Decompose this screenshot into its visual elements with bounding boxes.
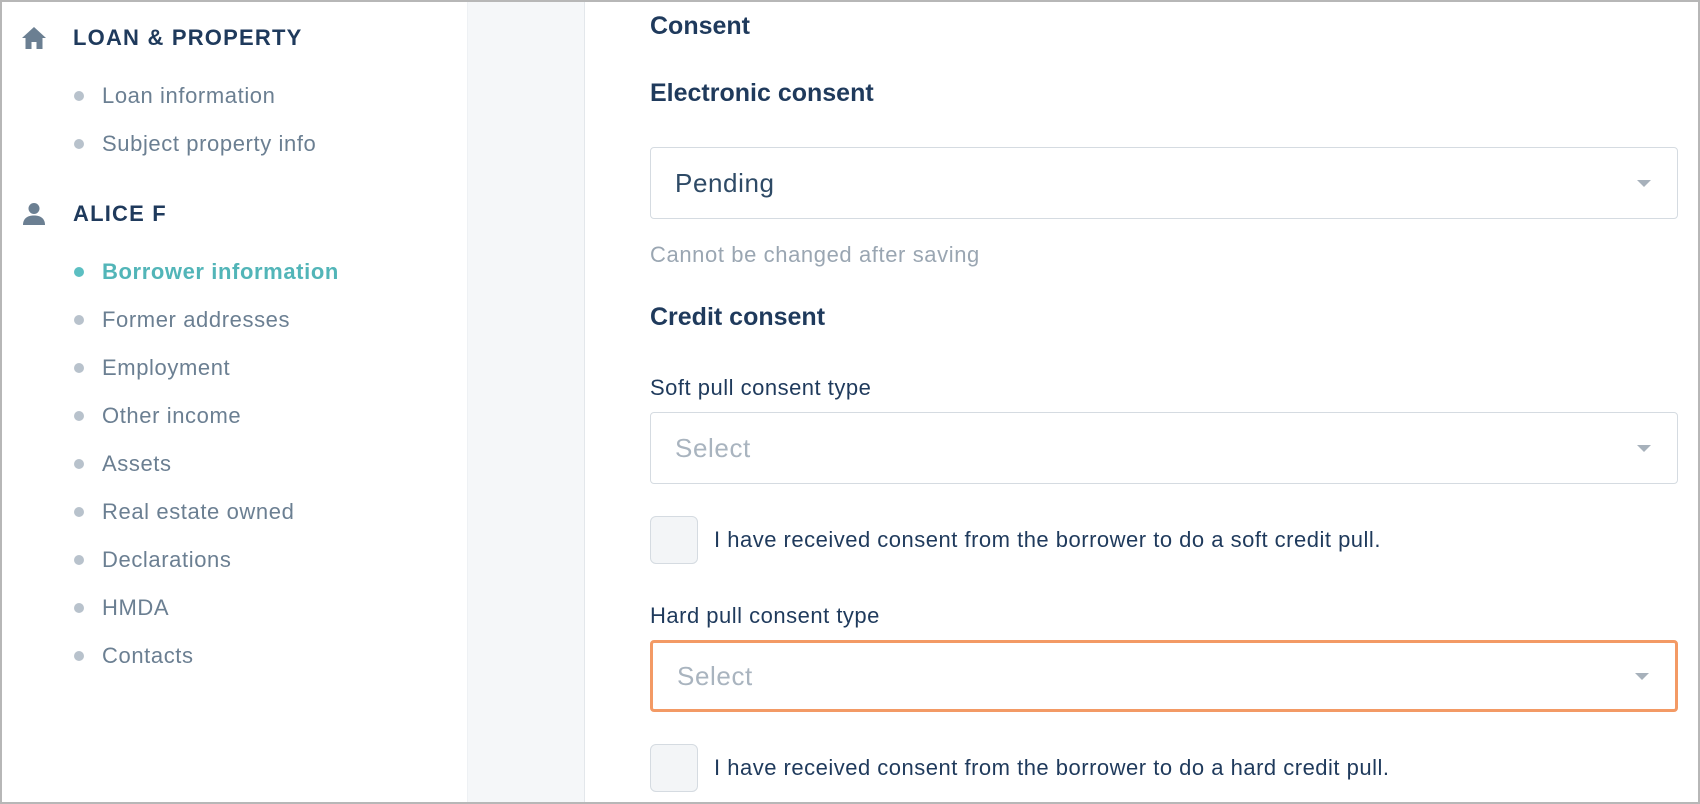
sidebar-item-label: Former addresses <box>102 307 291 332</box>
sidebar-item-label: Contacts <box>102 643 194 668</box>
sidebar-item-label: Employment <box>102 355 231 380</box>
caret-down-icon <box>1637 445 1651 452</box>
sidebar-item-hmda[interactable]: HMDA <box>74 593 169 623</box>
sidebar-item-label: Borrower information <box>102 259 339 284</box>
sidebar-item-label: Declarations <box>102 547 232 572</box>
electronic-consent-heading: Electronic consent <box>650 79 874 107</box>
sidebar-item-label: Subject property info <box>102 131 317 156</box>
credit-consent-heading: Credit consent <box>650 303 826 331</box>
sidebar-item-label: Other income <box>102 403 242 428</box>
bullet-dot <box>74 315 84 325</box>
bullet-dot <box>74 459 84 469</box>
soft-pull-label: Soft pull consent type <box>650 375 872 400</box>
sidebar-item-borrower-information[interactable]: Borrower information <box>74 257 339 287</box>
section-loan-property[interactable]: LOAN & PROPERTY <box>20 24 302 52</box>
bullet-dot <box>74 651 84 661</box>
soft-pull-consent-select[interactable]: Select <box>650 412 1678 484</box>
section-heading-consent: Consent <box>650 12 750 40</box>
soft-pull-consent-checkbox[interactable] <box>650 516 698 564</box>
bullet-dot <box>74 267 84 277</box>
hard-pull-consent-select[interactable]: Select <box>650 640 1678 712</box>
hard-pull-consent-text: I have received consent from the borrowe… <box>714 755 1390 780</box>
sidebar-item-label: HMDA <box>102 595 170 620</box>
sidebar-item-label: Loan information <box>102 83 276 108</box>
sidebar-item-other-income[interactable]: Other income <box>74 401 241 431</box>
select-value: Pending <box>675 167 775 198</box>
app-window: LOAN & PROPERTY Loan information Subject… <box>0 0 1700 804</box>
section-title: ALICE F <box>73 201 167 226</box>
hard-pull-consent-row: I have received consent from the borrowe… <box>650 744 1390 792</box>
sidebar-item-declarations[interactable]: Declarations <box>74 545 231 575</box>
select-placeholder: Select <box>675 432 751 463</box>
caret-down-icon <box>1635 673 1649 680</box>
electronic-consent-select[interactable]: Pending <box>650 147 1678 219</box>
main-content: Consent Electronic consent Pending Canno… <box>585 2 1698 802</box>
bullet-dot <box>74 507 84 517</box>
bullet-dot <box>74 363 84 373</box>
sidebar-item-employment[interactable]: Employment <box>74 353 230 383</box>
sidebar-item-former-addresses[interactable]: Former addresses <box>74 305 290 335</box>
sidebar-item-contacts[interactable]: Contacts <box>74 641 194 671</box>
person-icon <box>20 200 48 228</box>
bullet-dot <box>74 139 84 149</box>
sidebar-item-loan-information[interactable]: Loan information <box>74 81 275 111</box>
bullet-dot <box>74 603 84 613</box>
caret-down-icon <box>1637 180 1651 187</box>
sidebar-item-subject-property-info[interactable]: Subject property info <box>74 129 316 159</box>
select-placeholder: Select <box>677 660 753 691</box>
bullet-dot <box>74 91 84 101</box>
bullet-dot <box>74 411 84 421</box>
hard-pull-consent-checkbox[interactable] <box>650 744 698 792</box>
sidebar: LOAN & PROPERTY Loan information Subject… <box>2 2 467 802</box>
section-alice-f[interactable]: ALICE F <box>20 200 167 228</box>
soft-pull-consent-text: I have received consent from the borrowe… <box>714 527 1381 552</box>
soft-pull-consent-row: I have received consent from the borrowe… <box>650 516 1381 564</box>
sidebar-item-real-estate-owned[interactable]: Real estate owned <box>74 497 294 527</box>
hard-pull-label: Hard pull consent type <box>650 603 880 628</box>
electronic-consent-helper: Cannot be changed after saving <box>650 242 980 267</box>
sidebar-item-label: Real estate owned <box>102 499 295 524</box>
sidebar-item-label: Assets <box>102 451 172 476</box>
sidebar-item-assets[interactable]: Assets <box>74 449 172 479</box>
bullet-dot <box>74 555 84 565</box>
section-title: LOAN & PROPERTY <box>73 25 303 50</box>
sidebar-gutter <box>467 2 585 802</box>
home-icon <box>20 24 48 52</box>
